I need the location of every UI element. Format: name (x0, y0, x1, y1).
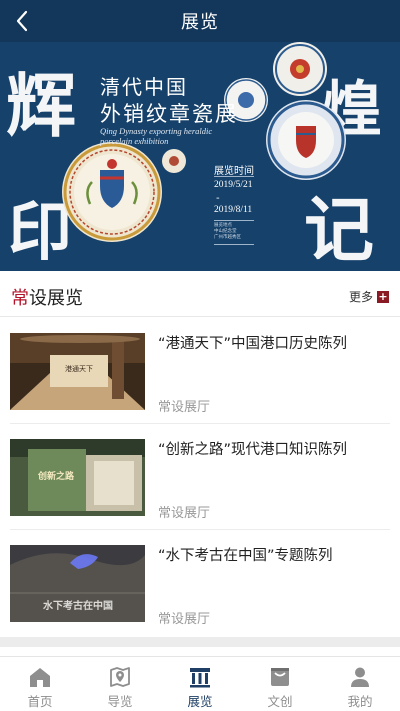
exhibition-end-date: 2019/8/11 (214, 205, 253, 215)
deco-char-right-bottom: 记 (304, 189, 374, 271)
top-bar: 展览 (0, 0, 400, 42)
tab-home[interactable]: 首页 (0, 657, 80, 711)
divider (214, 220, 254, 221)
bottom-tab-bar: 首页 导览 展览 文创 我的 (0, 656, 400, 711)
exhibition-hall: 常设展厅 (158, 400, 211, 415)
banner-artwork: 辉 印 煌 记 (6, 42, 382, 271)
exhibition-list-item[interactable]: 创新之路 “创新之路”现代港口知识陈列 常设展厅 (10, 424, 390, 530)
deco-char-left-bottom: 印 (8, 196, 72, 270)
permanent-exhibitions-header: 常设展览 更多 + (0, 271, 400, 317)
exhibition-hall: 常设展厅 (158, 506, 211, 521)
tab-label: 导览 (107, 694, 133, 709)
porcelain-plate-right (266, 100, 346, 180)
tab-profile[interactable]: 我的 (320, 657, 400, 711)
divider (214, 176, 254, 177)
exhibition-banner[interactable]: 辉 印 煌 记 清代中国 外销纹章瓷展 Qing Dynasty exporti… (0, 42, 400, 271)
plus-icon: + (377, 289, 389, 303)
divider (214, 244, 254, 245)
section-title-accent: 常 (11, 288, 29, 309)
chevron-left-icon (16, 10, 28, 32)
banner-title-line2: 外销纹章瓷展 (100, 102, 238, 126)
banner-title-line1: 清代中国 (100, 75, 188, 99)
thumbnail-caption: 创新之路 (37, 470, 75, 482)
thumbnail-caption: 港通天下 (65, 364, 93, 373)
tab-label: 首页 (27, 694, 53, 709)
exhibition-thumbnail: 创新之路 (10, 439, 145, 516)
exhibition-hall: 常设展厅 (158, 612, 211, 627)
museum-icon (190, 668, 210, 688)
exhibition-list-item[interactable]: 水下考古在中国 “水下考古在中国”专题陈列 常设展厅 (10, 530, 390, 636)
banner-title-en-line1: Qing Dynasty exporting heraldic (100, 126, 213, 136)
exhibition-list-item[interactable]: 港通天下 “港通天下”中国港口历史陈列 常设展厅 (10, 318, 390, 424)
user-icon (351, 667, 369, 687)
tab-exhibition[interactable]: 展览 (160, 657, 240, 711)
exhibition-time-label: 展览时间 (214, 166, 254, 177)
porcelain-plate-right-top (273, 42, 327, 96)
banner-title-en-line2: porcelain exhibition (100, 136, 169, 146)
back-button[interactable] (4, 0, 40, 42)
exhibition-title: “水下考古在中国”专题陈列 (158, 548, 333, 564)
more-label: 更多 (348, 290, 373, 304)
tab-label: 文创 (267, 694, 293, 709)
tab-creative[interactable]: 文创 (240, 657, 320, 711)
date-separator: - (216, 193, 220, 204)
tab-label: 我的 (347, 694, 373, 709)
exhibition-thumbnail: 港通天下 (10, 333, 145, 410)
section-title: 常设展览 (11, 284, 83, 310)
exhibition-thumbnail: 水下考古在中国 (10, 545, 145, 622)
exhibition-start-date: 2019/5/21 (214, 180, 253, 190)
app-screen: 展览 辉 印 煌 记 清代中国 外销纹章瓷展 Qing Dynasty expo… (0, 0, 400, 711)
tab-guide[interactable]: 导览 (80, 657, 160, 711)
porcelain-plate-large (62, 142, 162, 242)
tab-label: 展览 (187, 694, 213, 709)
section-divider (0, 637, 400, 647)
shop-box-icon (271, 668, 289, 686)
exhibition-title: “创新之路”现代港口知识陈列 (158, 442, 348, 458)
venue-address: 广州市越秀区 (214, 235, 241, 240)
more-button[interactable]: 更多 + (349, 288, 389, 305)
thumbnail-caption: 水下考古在中国 (42, 599, 113, 612)
map-pin-icon (110, 667, 130, 687)
section-title-rest: 设展览 (29, 288, 83, 309)
home-icon (30, 668, 50, 687)
exhibition-title: “港通天下”中国港口历史陈列 (158, 336, 348, 352)
page-title: 展览 (181, 12, 219, 33)
deco-char-left-top: 辉 (6, 65, 76, 147)
